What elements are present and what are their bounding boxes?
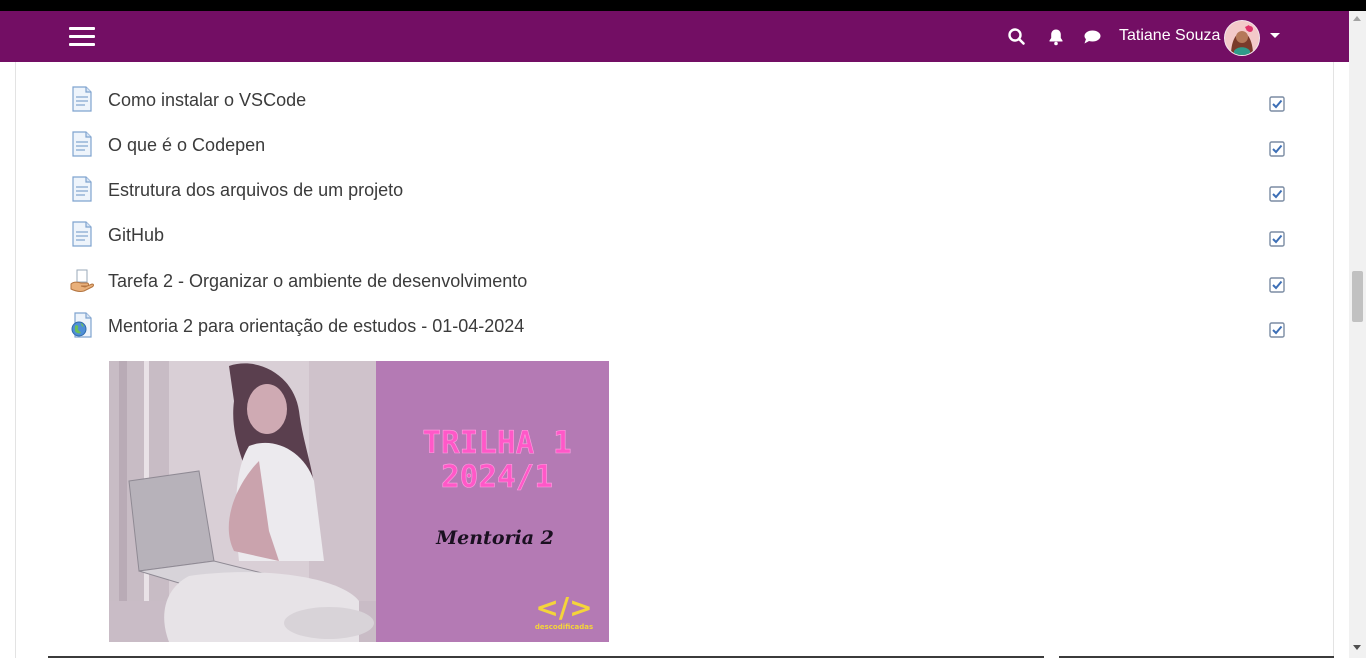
completion-checkbox-icon[interactable] [1269, 186, 1285, 202]
activity-link[interactable]: Como instalar o VSCode [108, 90, 306, 111]
activity-link[interactable]: Estrutura dos arquivos de um projeto [108, 180, 403, 201]
activity-item: O que é o Codepen [70, 131, 1290, 161]
scroll-up-icon[interactable] [1353, 16, 1361, 21]
card-border [15, 62, 16, 658]
activity-item: GitHub [70, 221, 1290, 251]
activity-link[interactable]: Mentoria 2 para orientação de estudos - … [108, 316, 524, 337]
scrollbar-thumb[interactable] [1352, 271, 1363, 322]
activity-link[interactable]: O que é o Codepen [108, 135, 265, 156]
search-icon[interactable] [1007, 27, 1027, 47]
activity-item: Tarefa 2 - Organizar o ambiente de desen… [70, 267, 1290, 297]
scroll-down-icon[interactable] [1353, 645, 1361, 650]
browser-top-strip [0, 0, 1366, 11]
bell-icon[interactable] [1046, 27, 1066, 47]
page-icon [72, 176, 92, 202]
user-name[interactable]: Tatiane Souza [1119, 27, 1220, 45]
card-border [1333, 62, 1334, 658]
banner-title-line2: 2024/1 [441, 459, 553, 495]
banner-logo-text: descodificadas [535, 623, 593, 631]
page-icon [72, 86, 92, 112]
completion-checkbox-icon[interactable] [1269, 322, 1285, 338]
mentoria-banner-image: TRILHA 1 2024/1 Mentoria 2 </> descodifi… [109, 361, 609, 642]
activity-link[interactable]: Tarefa 2 - Organizar o ambiente de desen… [108, 271, 527, 292]
caret-down-icon[interactable] [1270, 33, 1280, 38]
code-logo-icon: </> [535, 591, 592, 624]
user-avatar[interactable] [1224, 20, 1260, 56]
completion-checkbox-icon[interactable] [1269, 141, 1285, 157]
page-icon [72, 131, 92, 157]
banner-subtitle: Mentoria 2 [435, 527, 554, 549]
page-icon [72, 221, 92, 247]
chat-icon[interactable] [1082, 27, 1102, 47]
top-navbar: Tatiane Souza [0, 11, 1349, 62]
completion-checkbox-icon[interactable] [1269, 277, 1285, 293]
scrollbar-track[interactable] [1349, 11, 1366, 658]
activity-item: Estrutura dos arquivos de um projeto [70, 176, 1290, 206]
completion-checkbox-icon[interactable] [1269, 96, 1285, 112]
assignment-icon [70, 269, 94, 292]
banner-title-line1: TRILHA 1 [422, 425, 571, 461]
completion-checkbox-icon[interactable] [1269, 231, 1285, 247]
activity-link[interactable]: GitHub [108, 225, 164, 246]
menu-icon[interactable] [69, 27, 95, 47]
activity-item: Como instalar o VSCode [70, 86, 1290, 116]
activity-item: Mentoria 2 para orientação de estudos - … [70, 312, 1290, 342]
url-icon [71, 312, 92, 338]
